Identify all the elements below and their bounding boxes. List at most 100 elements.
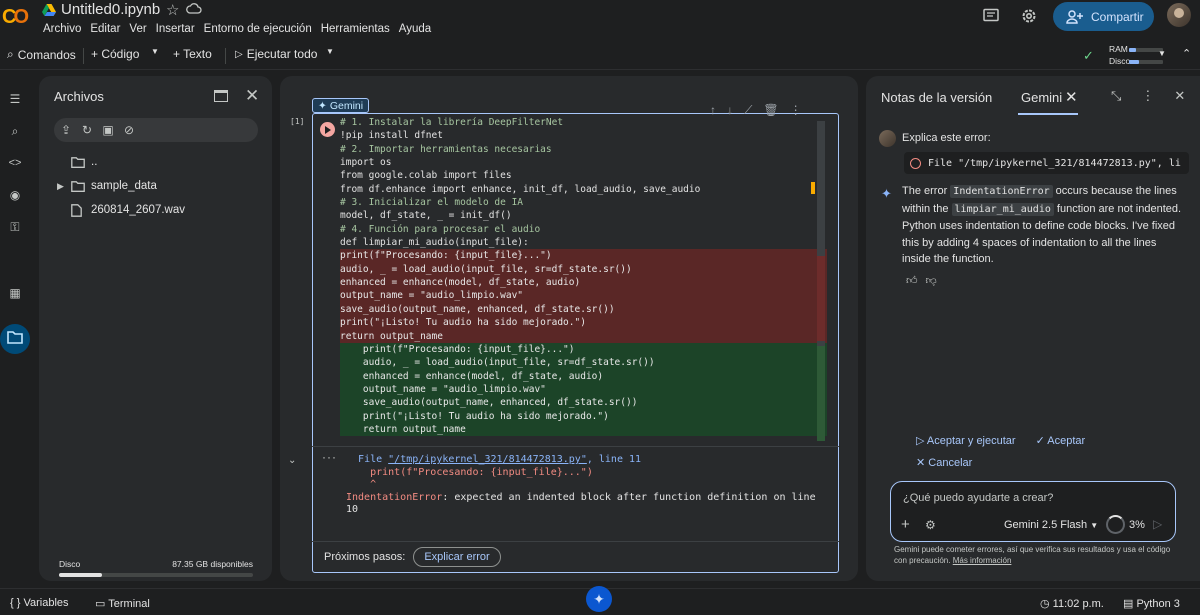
thumbs-down-icon[interactable]: 👎︎ [926,274,937,287]
error-code-chip[interactable]: File "/tmp/ipykernel_321/814472813.py", … [904,152,1189,174]
account-avatar[interactable] [1167,3,1191,27]
add-text-button[interactable]: + Texto [173,47,212,61]
accept-button[interactable]: ✓ Aceptar [1036,434,1086,447]
gemini-chip[interactable]: ✦ Gemini [312,98,370,113]
close-icon[interactable]: ✕ [245,86,259,106]
key-icon[interactable]: ⚿ [6,218,24,236]
menu-archivo[interactable]: Archivo [43,23,81,35]
hide-files-icon[interactable]: ⊘ [122,123,136,137]
commands-button[interactable]: ⌕ Comandos [7,47,76,62]
chevron-down-icon[interactable]: ⌄ [288,455,296,466]
model-selector[interactable]: Gemini 2.5 Flash ▼ [1004,519,1098,531]
toolbar-collapse[interactable]: ⌃ [1182,47,1191,60]
code-line: import os [340,157,392,169]
secrets-eye-icon[interactable]: ◉ [6,186,24,204]
tune-icon[interactable]: ⚙︎ [925,518,936,532]
code-line: # 2. Importar herramientas necesarias [340,143,552,155]
close-icon[interactable]: ✕ [1065,88,1078,106]
menu-entorno[interactable]: Entorno de ejecución [204,23,312,35]
refresh-icon[interactable]: ↻ [80,123,94,137]
runtime-icon: ▤ [1123,598,1134,610]
accept-and-run-button[interactable]: ▷ Aceptar y ejecutar [916,434,1016,447]
cell-output: ⌄ ··· File "/tmp/ipykernel_321/814472813… [288,446,841,531]
more-vert-icon[interactable]: ⋮ [1141,88,1154,104]
upload-icon[interactable]: ⇪ [59,123,73,137]
file-icon [71,203,82,217]
gemini-fab[interactable]: ✦ [586,586,612,612]
notebook-title[interactable]: Untitled0.ipynb [61,1,160,18]
collapse-icon[interactable]: ⤡ [1111,88,1121,104]
code-line: # 4. Función para procesar el audio [340,223,541,235]
tab-gemini[interactable]: Gemini [1021,90,1062,105]
mount-drive-icon[interactable]: ▣ [101,123,115,137]
menu-ver[interactable]: Ver [129,23,146,35]
comment-icon[interactable] [983,8,999,24]
status-bar: { } Variables ▭ Terminal ✦ ◷ 11:02 p.m. … [0,586,1200,615]
colab-logo[interactable]: CO [2,6,29,29]
file-tree-row-wav[interactable]: 260814_2607.wav [57,198,262,222]
disk-bar [1129,60,1163,64]
share-button[interactable]: Compartir [1053,2,1154,31]
file-name: 260814_2607.wav [91,204,185,216]
find-icon[interactable]: ⌕ [6,122,24,140]
data-table-icon[interactable]: ▦ [6,284,24,302]
open-in-window-icon[interactable] [214,90,228,102]
terminal-button[interactable]: ▭ Terminal [95,597,150,610]
code-line: # 1. Instalar la librería DeepFilterNet [340,117,564,128]
tab-release-notes[interactable]: Notas de la versión [881,90,992,105]
toc-icon[interactable]: ☰ [6,90,24,108]
expand-caret-icon[interactable]: ▶ [57,181,71,192]
menu-herramientas[interactable]: Herramientas [321,23,390,35]
accept-label: Aceptar [1047,435,1086,447]
code-line-added: + return output_name [340,422,827,437]
folder-icon[interactable] [7,330,23,344]
code-editor[interactable]: # 1. Instalar la librería DeepFilterNet!… [340,116,827,441]
code-line-removed: —print("¡Listo! Tu audio ha sido mejorad… [340,316,827,330]
code-snippets-icon[interactable]: <> [6,154,24,172]
disclaimer: Gemini puede cometer errores, así que ve… [894,545,1179,566]
traceback-source: print(f"Procesando: {input_file}...") [370,466,593,478]
file-tree-row-parent[interactable]: .. [57,150,262,174]
runtime-dropdown[interactable]: ▼ [1158,49,1166,58]
gear-icon[interactable] [1020,7,1038,25]
add-code-dropdown[interactable]: ▼ [151,47,159,56]
traceback: File "/tmp/ipykernel_321/814472813.py", … [346,454,841,517]
star-icon[interactable]: ☆ [166,1,179,19]
explain-error-button[interactable]: Explicar error [413,547,501,567]
output-actions-icon[interactable]: ··· [322,450,337,464]
caret-down-icon: ▼ [326,47,334,56]
run-all-dropdown[interactable]: ▼ [326,47,334,56]
close-panel-icon[interactable]: ✕ [1174,88,1185,104]
send-icon[interactable]: ▷ [1153,517,1162,531]
cancel-label: Cancelar [928,457,973,469]
cloud-sync-icon[interactable] [186,2,202,16]
disk-label: Disco [1109,56,1131,66]
menu-insertar[interactable]: Insertar [156,23,195,35]
folder-icon [71,180,85,192]
run-all-button[interactable]: ▷ Ejecutar todo [235,47,317,61]
run-cell-button[interactable] [320,122,335,137]
add-icon[interactable]: + [901,516,910,533]
share-label: Compartir [1091,9,1144,24]
check-circle-icon: ◷ [1040,598,1050,610]
prompt-input[interactable]: ¿Qué puedo ayudarte a crear? [903,492,1053,504]
file-tree-row-sample-data[interactable]: ▶ sample_data [57,174,262,198]
drive-icon[interactable] [42,4,56,16]
add-code-button[interactable]: + Código [91,47,139,61]
variables-button[interactable]: { } Variables [10,597,69,609]
code-line: model, df_state, _ = init_df() [340,210,512,222]
disk-free: 87.35 GB disponibles [172,559,253,569]
prompt-box[interactable]: ¿Qué puedo ayudarte a crear? + ⚙︎ Gemini… [890,481,1176,542]
code-line-removed: —output_name = "audio_limpio.wav" [340,289,827,303]
thumbs-up-icon[interactable]: 👍︎ [906,274,918,287]
traceback-file-link[interactable]: "/tmp/ipykernel_321/814472813.py" [388,454,587,465]
menu-ayuda[interactable]: Ayuda [399,23,431,35]
code-line-added: + output_name = "audio_limpio.wav" [340,382,827,397]
runtime-status[interactable]: ▤ Python 3 [1123,597,1180,610]
model-label: Gemini 2.5 Flash [1004,519,1088,531]
resource-monitor[interactable]: ✓ RAM Disco [1083,42,1163,69]
cancel-button[interactable]: ✕ Cancelar [916,456,972,469]
menu-editar[interactable]: Editar [90,23,120,35]
code-line-removed: —print(f"Procesando: {input_file}...") [340,249,827,263]
learn-more-link[interactable]: Más información [953,556,1012,565]
